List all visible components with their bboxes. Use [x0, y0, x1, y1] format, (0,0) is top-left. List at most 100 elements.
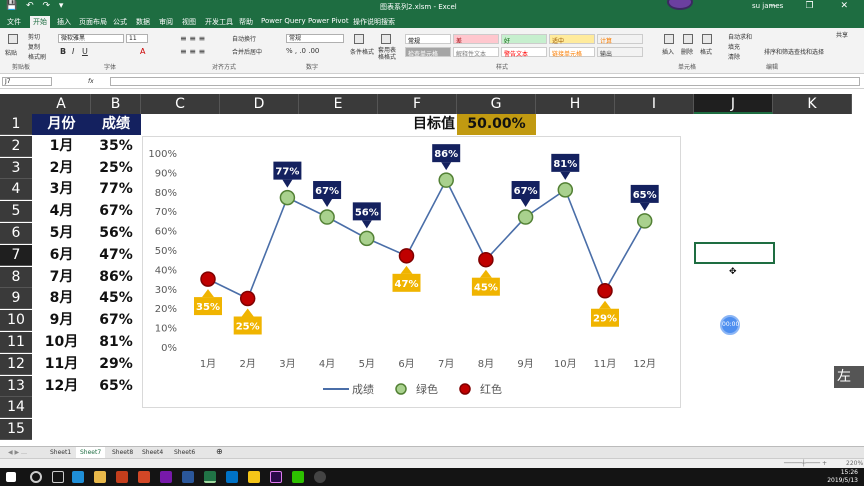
- file-explorer-icon[interactable]: [94, 471, 106, 483]
- align-top-icon[interactable]: ≡ ≡ ≡: [180, 34, 205, 43]
- month-cell[interactable]: 2月: [32, 158, 91, 179]
- cell-style-3[interactable]: 适中: [549, 34, 595, 45]
- delete-cells-button[interactable]: 删除: [681, 47, 693, 56]
- row-header-13[interactable]: 13: [0, 375, 32, 397]
- merge-center-button[interactable]: 合并后居中: [232, 47, 262, 56]
- fill-button[interactable]: 填充: [728, 42, 740, 51]
- column-header-i[interactable]: I: [615, 94, 694, 114]
- cell-style-6[interactable]: 解释性文本: [453, 47, 499, 58]
- row-header-7[interactable]: 7: [0, 244, 32, 266]
- month-cell[interactable]: 11月: [32, 354, 91, 375]
- row-header-4[interactable]: 4: [0, 179, 32, 201]
- sheet-tab-sheet4[interactable]: Sheet4: [138, 447, 167, 458]
- windows-start-icon[interactable]: [6, 472, 16, 482]
- edge-icon[interactable]: [72, 471, 84, 483]
- sheet-nav-icon[interactable]: ◀ ▶ …: [4, 447, 31, 458]
- row-header-11[interactable]: 11: [0, 332, 32, 353]
- tab-view[interactable]: 视图: [179, 16, 199, 28]
- target-label[interactable]: 目标值: [378, 114, 457, 135]
- active-cell-j7[interactable]: [694, 242, 775, 264]
- tab-help[interactable]: 帮助: [236, 16, 256, 28]
- column-header-h[interactable]: H: [536, 94, 615, 114]
- month-cell[interactable]: 9月: [32, 310, 91, 331]
- month-cell[interactable]: 6月: [32, 245, 91, 266]
- month-cell[interactable]: 3月: [32, 179, 91, 200]
- cell-style-5[interactable]: 检查单元格: [405, 47, 451, 58]
- font-size-select[interactable]: 11: [126, 34, 148, 43]
- bold-button[interactable]: B: [60, 47, 66, 56]
- row-header-15[interactable]: 15: [0, 419, 32, 441]
- column-header-c[interactable]: C: [141, 94, 220, 114]
- tab-insert[interactable]: 插入: [54, 16, 74, 28]
- font-color-button[interactable]: A: [140, 47, 145, 56]
- add-sheet-icon[interactable]: ⊕: [212, 447, 227, 458]
- copy-button[interactable]: 复制: [28, 42, 40, 51]
- score-cell[interactable]: 29%: [91, 354, 141, 375]
- access-icon[interactable]: [116, 471, 128, 483]
- number-format-select[interactable]: 常规: [286, 34, 344, 43]
- premiere-icon[interactable]: [270, 471, 282, 483]
- cell-style-7[interactable]: 警告文本: [501, 47, 547, 58]
- paste-button[interactable]: 粘贴: [5, 48, 17, 57]
- italic-button[interactable]: I: [72, 47, 74, 56]
- zoom-slider[interactable]: ─────┼──── +: [784, 460, 827, 467]
- delete-cells-icon[interactable]: [683, 34, 693, 44]
- score-cell[interactable]: 35%: [91, 136, 141, 157]
- name-box[interactable]: J7: [2, 77, 52, 86]
- select-all-corner[interactable]: [0, 94, 32, 114]
- search-icon[interactable]: [30, 471, 42, 483]
- tab-power-pivot[interactable]: Power Pivot: [305, 16, 352, 28]
- sheet-tab-sheet6[interactable]: Sheet6: [170, 447, 199, 458]
- sheet-tab-sheet8[interactable]: Sheet8: [108, 447, 137, 458]
- fx-icon[interactable]: fx: [88, 78, 94, 85]
- onenote-icon[interactable]: [160, 471, 172, 483]
- tab-review[interactable]: 审阅: [156, 16, 176, 28]
- score-cell[interactable]: 56%: [91, 223, 141, 244]
- row-header-6[interactable]: 6: [0, 223, 32, 244]
- row-header-9[interactable]: 9: [0, 288, 32, 310]
- month-cell[interactable]: 8月: [32, 288, 91, 309]
- cell-style-4[interactable]: 计算: [597, 34, 643, 45]
- share-button[interactable]: 共享: [836, 30, 848, 39]
- cell-style-1[interactable]: 差: [453, 34, 499, 45]
- powerpoint-icon[interactable]: [138, 471, 150, 483]
- month-cell[interactable]: 4月: [32, 201, 91, 222]
- row-header-1[interactable]: 1: [0, 114, 32, 135]
- row-header-12[interactable]: 12: [0, 353, 32, 375]
- cell-style-8[interactable]: 链接单元格: [549, 47, 595, 58]
- column-header-d[interactable]: D: [220, 94, 299, 114]
- format-painter-button[interactable]: 格式刷: [28, 52, 46, 61]
- tab-search[interactable]: 操作说明搜索: [350, 16, 398, 28]
- tab-formulas[interactable]: 公式: [110, 16, 130, 28]
- find-select-button[interactable]: 查找和选择: [794, 47, 824, 56]
- header-score[interactable]: 成绩: [91, 114, 141, 135]
- header-month[interactable]: 月份: [32, 114, 91, 135]
- table-format-icon[interactable]: [381, 34, 391, 44]
- conditional-format-button[interactable]: 条件格式: [350, 47, 374, 56]
- month-cell[interactable]: 10月: [32, 332, 91, 353]
- score-cell[interactable]: 45%: [91, 288, 141, 309]
- target-value[interactable]: 50.00%: [457, 114, 536, 135]
- paste-icon[interactable]: [8, 34, 18, 44]
- month-cell[interactable]: 12月: [32, 376, 91, 397]
- wechat-icon[interactable]: [292, 471, 304, 483]
- month-cell[interactable]: 7月: [32, 267, 91, 288]
- conditional-format-icon[interactable]: [354, 34, 364, 44]
- word-icon[interactable]: [182, 471, 194, 483]
- cell-style-2[interactable]: 好: [501, 34, 547, 45]
- percent-style-icon[interactable]: % , .0 .00: [286, 47, 319, 55]
- column-header-k[interactable]: K: [773, 94, 852, 114]
- cell-style-0[interactable]: 常规: [405, 34, 451, 45]
- autosum-button[interactable]: 自动求和: [728, 32, 752, 41]
- row-header-10[interactable]: 10: [0, 310, 32, 332]
- cell-style-9[interactable]: 输出: [597, 47, 643, 58]
- score-cell[interactable]: 81%: [91, 332, 141, 353]
- system-clock[interactable]: 15:26 2019/5/13: [827, 469, 858, 485]
- row-header-14[interactable]: 14: [0, 397, 32, 419]
- tab-file[interactable]: 文件: [4, 16, 24, 28]
- score-cell[interactable]: 67%: [91, 201, 141, 222]
- tab-power-query[interactable]: Power Query: [258, 16, 309, 28]
- align-left-icon[interactable]: ≡ ≡ ≡: [180, 47, 205, 56]
- sheet-tab-sheet1[interactable]: Sheet1: [46, 447, 75, 458]
- score-cell[interactable]: 67%: [91, 310, 141, 331]
